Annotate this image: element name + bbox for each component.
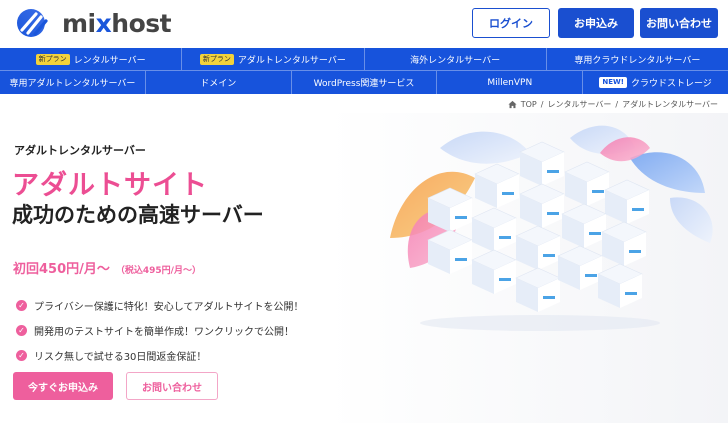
breadcrumb-current: アダルトレンタルサーバー: [622, 100, 718, 109]
feature-text: プライバシー保護に特化！安心してアダルトサイトを公開！: [34, 302, 304, 313]
nav-item-label: 専用アダルトレンタルサーバー: [9, 79, 136, 89]
breadcrumb: TOP / レンタルサーバー / アダルトレンタルサーバー: [508, 99, 718, 110]
contact-button[interactable]: お問い合わせ: [640, 8, 718, 38]
price-tax-included: （税込495円/月〜）: [115, 266, 201, 276]
site-header: mixhost ログイン お申込み お問い合わせ: [0, 0, 728, 48]
hero-eyebrow: アダルトレンタルサーバー: [14, 144, 146, 157]
nav-row-1: 新プラン レンタルサーバー 新プラン アダルトレンタルサーバー 海外レンタルサー…: [0, 48, 728, 71]
breadcrumb-top[interactable]: TOP: [521, 100, 537, 109]
hero-title-line2: 成功のための高速サーバー: [12, 203, 264, 227]
nav-item-dedicated-adult-server[interactable]: 専用アダルトレンタルサーバー: [0, 71, 146, 94]
new-plan-badge: 新プラン: [199, 53, 234, 65]
feature-list: ✓ プライバシー保護に特化！安心してアダルトサイトを公開！ ✓ 開発用のテストサ…: [16, 293, 304, 368]
nav-item-rental-server[interactable]: 新プラン レンタルサーバー: [0, 48, 183, 70]
mixhost-logo[interactable]: mixhost: [16, 8, 172, 38]
feature-text: 開発用のテストサイトを簡単作成！ワンクリックで公開！: [34, 327, 294, 338]
check-icon: ✓: [16, 300, 27, 311]
hero-price: 初回450円/月〜 （税込495円/月〜）: [13, 258, 201, 277]
breadcrumb-separator: /: [615, 100, 619, 109]
main-nav: 新プラン レンタルサーバー 新プラン アダルトレンタルサーバー 海外レンタルサー…: [0, 48, 728, 94]
list-item: ✓ 開発用のテストサイトを簡単作成！ワンクリックで公開！: [16, 318, 304, 343]
feature-text: リスク無しで試せる30日間返金保証！: [34, 352, 207, 363]
new-plan-badge: 新プラン: [35, 53, 70, 65]
check-icon: ✓: [16, 325, 27, 336]
login-button[interactable]: ログイン: [472, 8, 550, 38]
nav-item-domain[interactable]: ドメイン: [146, 71, 292, 94]
price-main: 初回450円/月〜: [13, 262, 110, 277]
nav-item-millenvpn[interactable]: MillenVPN: [437, 71, 584, 94]
nav-item-adult-rental-server[interactable]: 新プラン アダルトレンタルサーバー: [182, 48, 365, 70]
logo-mark-icon: [17, 9, 48, 37]
nav-item-cloud-storage[interactable]: NEW! クラウドストレージ: [583, 71, 728, 94]
list-item: ✓ プライバシー保護に特化！安心してアダルトサイトを公開！: [16, 293, 304, 318]
logo-wordmark: mixhost: [62, 8, 172, 38]
hero-contact-button[interactable]: お問い合わせ: [126, 372, 218, 400]
nav-item-label: ドメイン: [200, 79, 237, 89]
new-badge: NEW!: [599, 77, 627, 88]
nav-item-overseas-rental-server[interactable]: 海外レンタルサーバー: [365, 48, 547, 70]
home-icon: [508, 100, 517, 109]
nav-item-label: アダルトレンタルサーバー: [237, 55, 346, 66]
nav-item-wordpress-services[interactable]: WordPress関連サービス: [292, 71, 438, 94]
apply-button[interactable]: お申込み: [558, 8, 634, 38]
nav-item-label: クラウドストレージ: [630, 79, 712, 89]
breadcrumb-separator: /: [540, 100, 544, 109]
server-illustration: [390, 125, 713, 331]
nav-item-label: 専用クラウドレンタルサーバー: [574, 55, 701, 66]
nav-item-label: レンタルサーバー: [73, 55, 146, 66]
nav-item-label: MillenVPN: [487, 77, 533, 88]
nav-item-label: 海外レンタルサーバー: [410, 55, 501, 66]
hero-title-line1: アダルトサイト: [12, 170, 208, 201]
apply-now-button[interactable]: 今すぐお申込み: [13, 372, 113, 400]
nav-row-2: 専用アダルトレンタルサーバー ドメイン WordPress関連サービス Mill…: [0, 71, 728, 94]
nav-item-label: WordPress関連サービス: [313, 79, 415, 89]
nav-item-dedicated-cloud-server[interactable]: 専用クラウドレンタルサーバー: [547, 48, 728, 70]
check-icon: ✓: [16, 350, 27, 361]
breadcrumb-rental-server[interactable]: レンタルサーバー: [547, 99, 611, 110]
list-item: ✓ リスク無しで試せる30日間返金保証！: [16, 343, 304, 368]
